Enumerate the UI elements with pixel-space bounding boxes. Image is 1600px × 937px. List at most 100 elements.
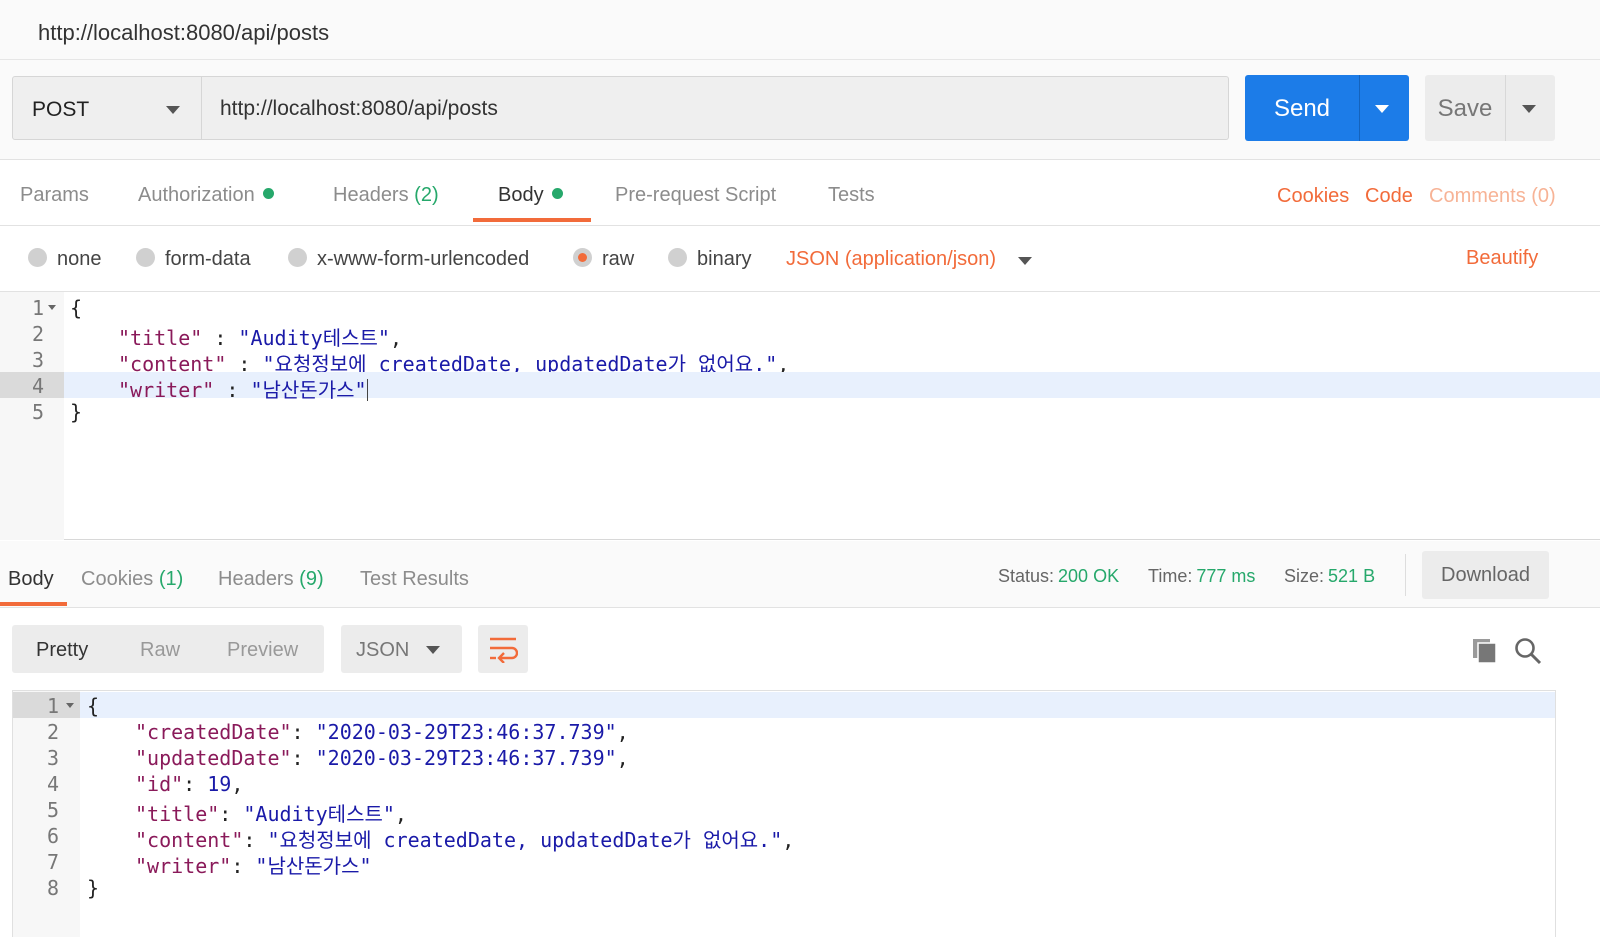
response-header: Body Cookies (1) Headers (9) Test Result… [0,541,1600,608]
save-divider [1505,75,1506,141]
request-title[interactable]: http://localhost:8080/api/posts [38,20,329,46]
line-number: 5 [46,798,59,822]
code-text: "id": 19, [135,772,243,796]
json-comma: , [616,746,629,770]
radio-form-data-label: form-data [165,248,251,270]
chevron-down-icon[interactable] [1018,257,1032,265]
send-button[interactable]: Send [1245,75,1409,141]
tab-body-label: Body [498,184,544,206]
response-tab-cookies[interactable]: Cookies (1) [81,568,183,591]
send-label: Send [1273,95,1331,122]
url-value: http://localhost:8080/api/posts [220,97,498,120]
cookies-link[interactable]: Cookies [1277,185,1349,208]
line-number: 2 [46,720,59,744]
tab-headers[interactable]: Headers (2) [333,184,439,207]
copy-icon[interactable] [1472,638,1498,664]
json-colon: : [291,746,316,770]
tab-authorization[interactable]: Authorization [138,184,274,207]
body-type-options: none form-data x-www-form-urlencoded raw… [0,226,1600,292]
response-toolbar: Pretty Raw Preview JSON [0,608,1600,690]
radio-icon [288,248,307,267]
view-pretty-button[interactable]: Pretty [36,639,88,662]
request-body-editor[interactable]: 1 { 2 "title" : "Audity테스트", 3 "content"… [0,292,1600,540]
tab-prerequest-script[interactable]: Pre-request Script [615,184,776,207]
format-select[interactable]: JSON [341,625,462,673]
save-button[interactable]: Save [1425,75,1555,141]
status-readout: Status: 200 OK [998,566,1119,587]
radio-binary-label: binary [697,248,752,270]
chevron-down-icon [166,106,180,114]
tab-body[interactable]: Body [498,184,563,207]
response-tab-body[interactable]: Body [8,568,54,591]
json-comma: , [231,772,244,796]
json-string: "2020-03-29T23:46:37.739" [315,720,617,744]
radio-icon [668,248,687,267]
tab-headers-count: (2) [414,184,439,206]
code-line: 3 "content" : "요청정보에 createdDate, update… [0,346,1600,376]
code-link[interactable]: Code [1365,185,1413,208]
search-icon[interactable] [1514,637,1542,665]
wrap-lines-button[interactable] [478,625,528,673]
code-text: } [70,400,83,424]
request-bar: POST http://localhost:8080/api/posts Sen… [0,60,1600,160]
line-number: 5 [31,400,44,424]
line-number: 1 [31,296,44,320]
response-body-viewer[interactable]: 1 { 2 "createdDate": "2020-03-29T23:46:3… [12,690,1556,937]
line-number: 7 [46,850,59,874]
code-line: 2 "createdDate": "2020-03-29T23:46:37.73… [13,718,1555,744]
content-type-select[interactable]: JSON (application/json) [786,248,996,271]
status-dot-icon [262,188,274,199]
line-number: 3 [46,746,59,770]
code-text: "createdDate": "2020-03-29T23:46:37.739"… [135,720,629,744]
time-value: 777 ms [1196,566,1256,586]
download-button[interactable]: Download [1422,551,1549,599]
format-label: JSON [356,639,410,661]
view-preview-button[interactable]: Preview [227,639,298,662]
radio-urlencoded[interactable]: x-www-form-urlencoded [288,248,529,271]
line-number: 8 [46,876,59,900]
response-tab-cookies-label: Cookies [81,568,154,590]
chevron-down-icon[interactable] [1522,105,1536,113]
send-divider [1359,75,1360,141]
line-number: 4 [46,772,59,796]
beautify-link[interactable]: Beautify [1466,247,1538,270]
active-tab-underline [0,602,67,606]
radio-binary[interactable]: binary [668,248,751,271]
request-tabs: Params Authorization Headers (2) Body Pr… [0,160,1600,226]
comments-link[interactable]: Comments (0) [1429,185,1556,208]
code-text: { [70,296,83,320]
url-input[interactable]: http://localhost:8080/api/posts [202,76,1229,140]
radio-form-data[interactable]: form-data [136,248,251,271]
json-key: "updatedDate" [135,746,292,770]
line-number: 1 [46,694,59,718]
tab-params[interactable]: Params [20,184,89,207]
fold-arrow-icon[interactable] [66,703,74,708]
radio-raw-label: raw [602,248,635,270]
view-raw-button[interactable]: Raw [140,639,180,662]
json-key: "createdDate" [135,720,292,744]
size-value: 521 B [1328,566,1376,586]
response-tab-headers-count: (9) [299,568,324,590]
radio-none[interactable]: none [28,248,102,271]
radio-urlencoded-label: x-www-form-urlencoded [317,248,530,270]
code-line: 2 "title" : "Audity테스트", [0,320,1600,350]
response-tab-test-results[interactable]: Test Results [360,568,469,591]
tab-title-bar: http://localhost:8080/api/posts [0,0,1600,60]
code-line: 7 "writer": "남산돈가스" [13,848,1555,878]
radio-icon [136,248,155,267]
response-tab-headers[interactable]: Headers (9) [218,568,324,591]
tab-tests[interactable]: Tests [828,184,875,207]
radio-raw[interactable]: raw [573,248,634,271]
json-string: "2020-03-29T23:46:37.739" [315,746,617,770]
fold-arrow-icon[interactable] [48,305,56,310]
code-line: 5 } [0,398,1600,424]
wrap-lines-icon [490,637,518,663]
tab-authorization-label: Authorization [138,184,255,206]
chevron-down-icon[interactable] [1375,105,1389,113]
code-line-active: 1 { [13,692,1555,718]
chevron-down-icon [426,646,440,654]
method-select[interactable]: POST [12,76,202,140]
radio-icon [28,248,47,267]
code-line: 4 "id": 19, [13,770,1555,796]
time-label: Time: [1148,566,1193,586]
